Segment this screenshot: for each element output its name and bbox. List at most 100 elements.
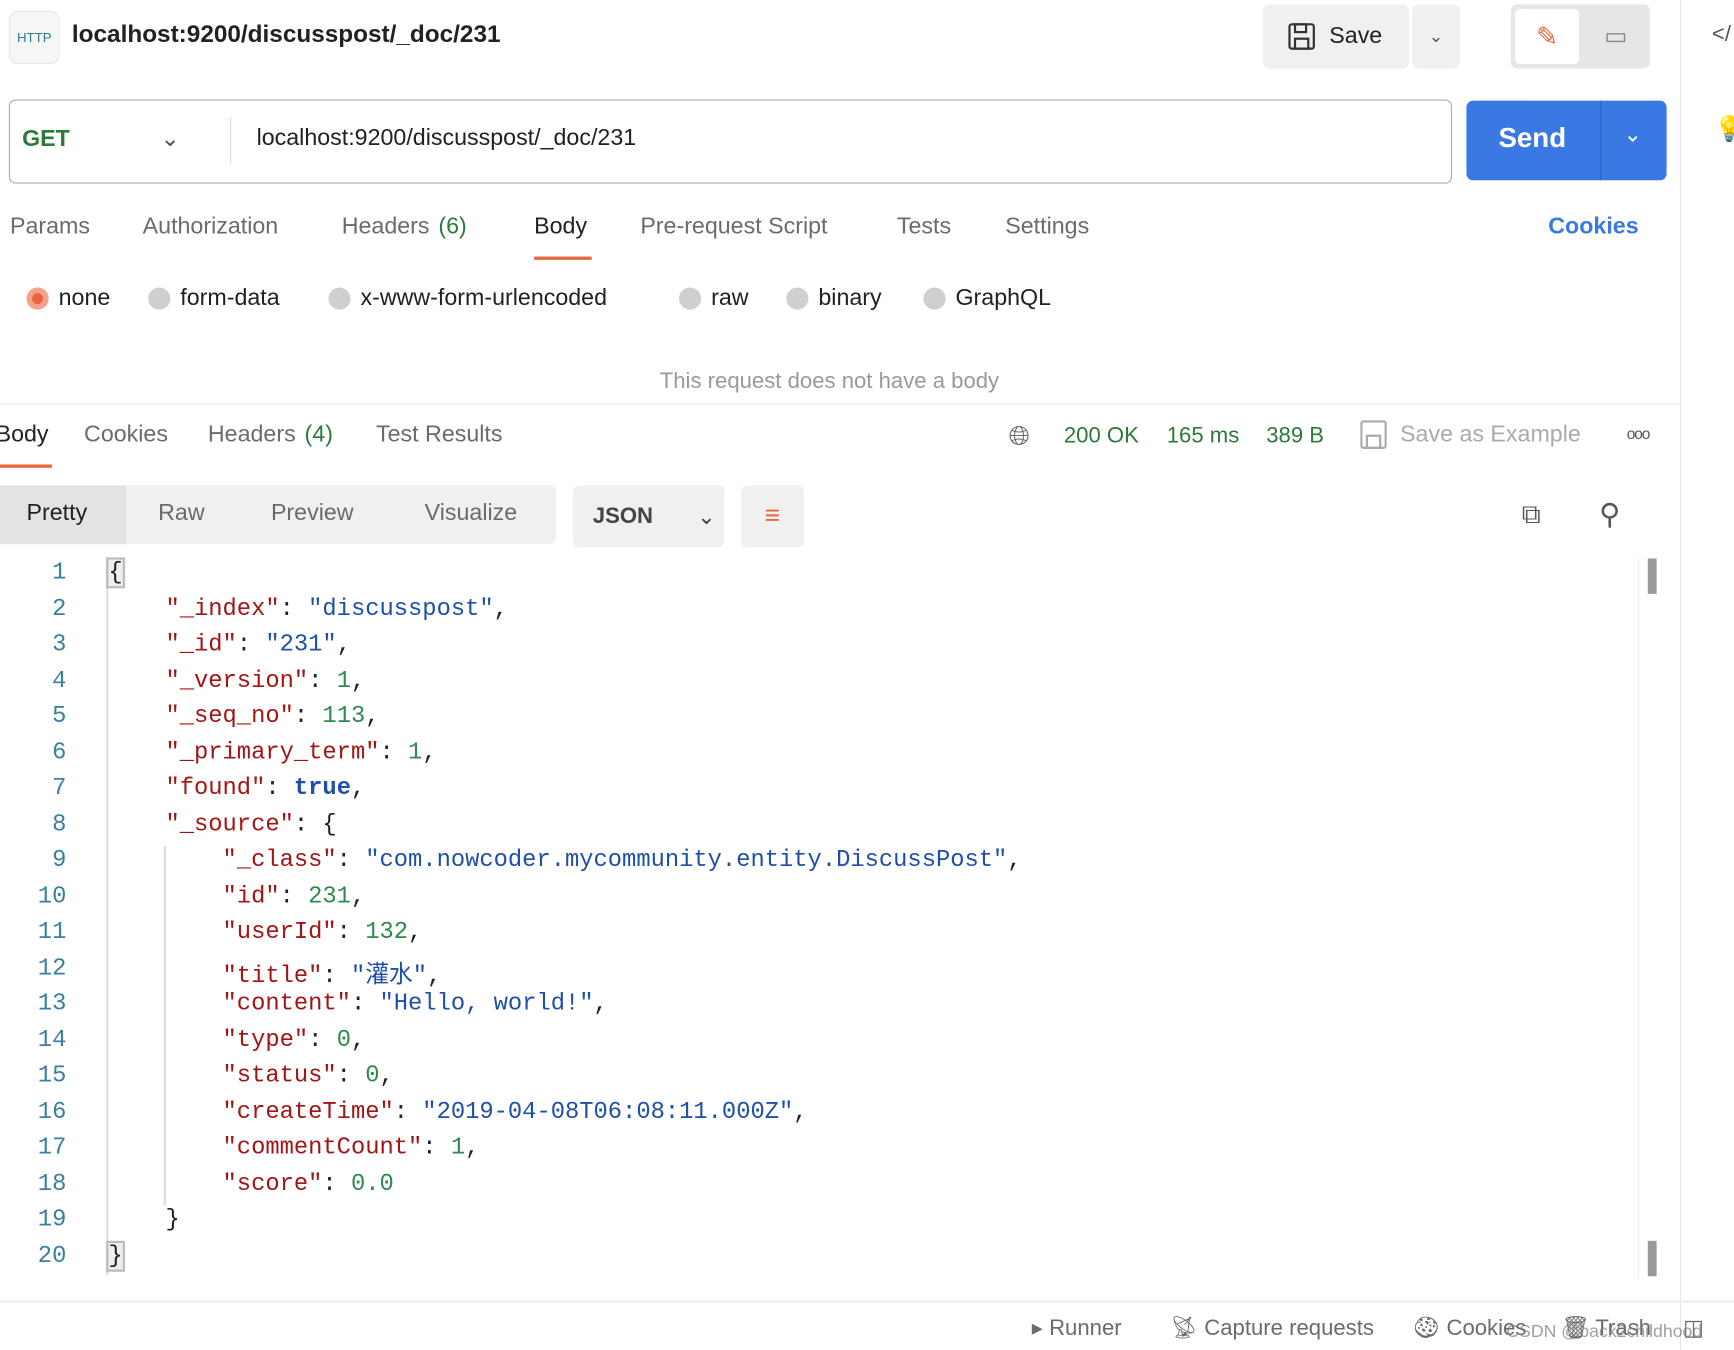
view-mode-raw[interactable]: Raw bbox=[158, 500, 204, 527]
code-line: "_version": 1, bbox=[108, 667, 365, 694]
save-as-example-button[interactable]: Save as Example bbox=[1360, 420, 1581, 449]
radio-button[interactable] bbox=[328, 287, 351, 310]
tab-tests[interactable]: Tests bbox=[897, 213, 951, 240]
tab-label: Tests bbox=[896, 213, 952, 239]
send-button[interactable]: Send ⌄ bbox=[1466, 100, 1667, 181]
radio-button[interactable] bbox=[786, 287, 809, 310]
code-token: "id" bbox=[222, 883, 280, 910]
request-title[interactable]: localhost:9200/discusspost/_doc/231 bbox=[72, 20, 501, 49]
radio-button[interactable] bbox=[923, 287, 946, 310]
save-button[interactable]: Save bbox=[1262, 4, 1409, 69]
tab-label: Cookies bbox=[84, 421, 168, 447]
line-number: 10 bbox=[37, 883, 67, 910]
response-tab-underline bbox=[0, 464, 52, 468]
code-token: 231 bbox=[308, 883, 351, 910]
save-as-example-label: Save as Example bbox=[1400, 421, 1581, 447]
send-options-icon[interactable]: ⌄ bbox=[1623, 121, 1642, 149]
code-token: : bbox=[336, 1062, 366, 1090]
response-time[interactable]: 165 ms bbox=[1167, 424, 1240, 449]
code-token: , bbox=[465, 1134, 480, 1162]
cookies-link[interactable]: Cookies bbox=[1548, 213, 1638, 240]
more-options-icon[interactable]: ooo bbox=[1627, 425, 1651, 443]
code-token: "type" bbox=[222, 1026, 309, 1054]
url-input[interactable]: localhost:9200/discusspost/_doc/231 bbox=[257, 125, 637, 152]
body-type-GraphQL[interactable]: GraphQL bbox=[923, 285, 1051, 312]
radio-button[interactable] bbox=[26, 287, 49, 310]
tab-settings[interactable]: Settings bbox=[1005, 213, 1089, 240]
body-type-form-data[interactable]: form-data bbox=[148, 285, 280, 312]
code-line: "_seq_no": 113, bbox=[108, 703, 379, 730]
save-options-button[interactable]: ⌄ bbox=[1412, 4, 1460, 69]
view-mode-pretty[interactable]: Pretty bbox=[27, 500, 88, 527]
code-line: } bbox=[108, 1207, 179, 1234]
code-token: "灌水" bbox=[350, 962, 428, 990]
code-token: : bbox=[308, 1026, 337, 1054]
line-number: 3 bbox=[52, 631, 67, 659]
line-number: 8 bbox=[52, 811, 67, 838]
wrap-lines-button[interactable]: ≡ bbox=[740, 485, 804, 548]
view-mode-visualize[interactable]: Visualize bbox=[425, 500, 518, 527]
line-number: 20 bbox=[37, 1242, 67, 1270]
line-number: 14 bbox=[37, 1026, 67, 1054]
tab-count: (6) bbox=[438, 213, 467, 239]
code-line: "title": "灌水", bbox=[108, 955, 442, 990]
watermark: CSDN @back2childhood bbox=[1506, 1322, 1703, 1342]
view-mode-preview[interactable]: Preview bbox=[271, 500, 354, 527]
code-token: 1 bbox=[408, 739, 423, 766]
status-code[interactable]: 200 OK bbox=[1064, 424, 1139, 449]
response-tab-body[interactable]: Body bbox=[0, 421, 49, 448]
code-token: : bbox=[393, 1098, 423, 1126]
scrollbar-thumb[interactable] bbox=[1647, 1240, 1657, 1277]
body-type-binary[interactable]: binary bbox=[786, 285, 882, 312]
code-token: : bbox=[350, 990, 380, 1018]
send-label: Send bbox=[1498, 122, 1567, 154]
tab-pre-request-script[interactable]: Pre-request Script bbox=[640, 213, 827, 240]
tab-params[interactable]: Params bbox=[10, 213, 90, 240]
lightbulb-icon[interactable]: 💡 bbox=[1714, 115, 1734, 144]
code-token: "_version" bbox=[165, 667, 309, 694]
tab-label: Headers bbox=[341, 213, 430, 239]
tab-label: Headers bbox=[207, 421, 296, 447]
radio-label: none bbox=[58, 285, 111, 311]
code-token: 0 bbox=[336, 1026, 351, 1054]
response-tab-cookies[interactable]: Cookies bbox=[84, 421, 168, 448]
code-token: : bbox=[322, 1170, 351, 1198]
tab-count: (4) bbox=[304, 421, 333, 447]
capture-requests-button[interactable]: 📡︎ Capture requests bbox=[1170, 1314, 1374, 1342]
code-token: , bbox=[350, 775, 366, 802]
code-icon[interactable]: </ bbox=[1712, 22, 1731, 47]
line-number: 2 bbox=[52, 595, 67, 623]
chevron-down-icon: ⌄ bbox=[697, 504, 716, 530]
tab-label: Authorization bbox=[142, 213, 279, 239]
tab-headers[interactable]: Headers (6) bbox=[342, 213, 467, 240]
pencil-icon[interactable]: ✎ bbox=[1515, 8, 1580, 65]
tab-authorization[interactable]: Authorization bbox=[143, 213, 279, 240]
body-type-x-www-form-urlencoded[interactable]: x-www-form-urlencoded bbox=[328, 285, 607, 312]
response-tab-headers[interactable]: Headers (4) bbox=[208, 421, 333, 448]
body-type-none[interactable]: none bbox=[26, 285, 111, 312]
search-icon[interactable]: ⚲ bbox=[1599, 498, 1620, 532]
response-size[interactable]: 389 B bbox=[1266, 424, 1324, 449]
code-token: : bbox=[336, 919, 366, 946]
radio-label: x-www-form-urlencoded bbox=[360, 285, 608, 311]
code-token: : bbox=[308, 667, 337, 694]
line-number: 19 bbox=[37, 1206, 67, 1234]
radio-button[interactable] bbox=[679, 287, 702, 310]
response-tab-test-results[interactable]: Test Results bbox=[376, 421, 502, 448]
body-type-raw[interactable]: raw bbox=[679, 285, 749, 312]
tab-body[interactable]: Body bbox=[534, 213, 587, 240]
copy-icon[interactable]: ⧉ bbox=[1522, 500, 1541, 531]
runner-button[interactable]: ▸ Runner bbox=[1032, 1314, 1122, 1342]
format-select[interactable]: JSON ⌄ bbox=[572, 485, 725, 548]
code-token: 1 bbox=[450, 1134, 466, 1162]
code-token: , bbox=[793, 1098, 808, 1126]
scrollbar-thumb[interactable] bbox=[1647, 558, 1657, 594]
code-line: "_class": "com.nowcoder.mycommunity.enti… bbox=[108, 847, 1022, 874]
code-token: } bbox=[165, 1206, 180, 1234]
comment-icon[interactable]: ▭ bbox=[1584, 9, 1648, 64]
method-select[interactable]: GET ⌄ bbox=[22, 125, 180, 153]
code-token: 0.0 bbox=[350, 1170, 394, 1198]
code-token: "_seq_no" bbox=[165, 703, 294, 730]
radio-button[interactable] bbox=[148, 287, 171, 310]
code-line: "status": 0, bbox=[108, 1062, 394, 1090]
